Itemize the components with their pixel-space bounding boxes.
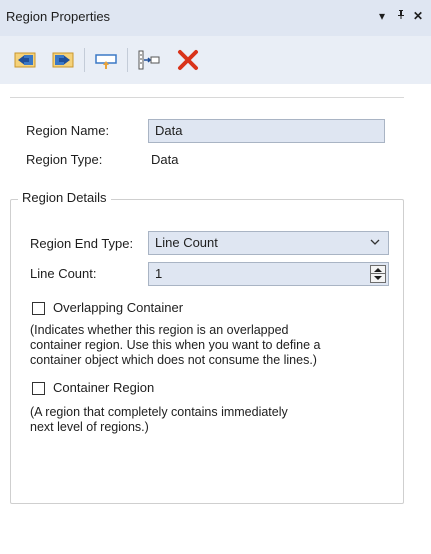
- close-icon[interactable]: ✕: [413, 9, 423, 23]
- insert-region-icon[interactable]: [95, 49, 117, 71]
- note-line: next level of regions.): [30, 420, 149, 434]
- line-count-value: 1: [155, 266, 163, 281]
- insert-after-icon[interactable]: [138, 49, 160, 71]
- container-region-label: Container Region: [53, 380, 155, 395]
- container-region-checkbox[interactable]: [32, 382, 45, 395]
- panel-title: Region Properties: [6, 9, 111, 24]
- overlapping-container-note: (Indicates whether this region is an ove…: [30, 323, 320, 368]
- region-end-type-select[interactable]: Line Count: [148, 231, 389, 255]
- line-count-label: Line Count:: [30, 266, 97, 281]
- spin-down-icon[interactable]: [374, 276, 382, 280]
- move-right-icon[interactable]: [52, 49, 74, 71]
- spin-buttons[interactable]: [370, 265, 386, 283]
- note-line: (Indicates whether this region is an ove…: [30, 323, 289, 337]
- divider: [10, 97, 404, 98]
- toolbar-separator: [84, 48, 85, 72]
- region-end-type-label: Region End Type:: [30, 236, 134, 251]
- spin-divider: [371, 273, 385, 274]
- note-line: (A region that completely contains immed…: [30, 405, 288, 419]
- chevron-down-icon: [370, 239, 380, 245]
- container-region-note: (A region that completely contains immed…: [30, 405, 288, 435]
- region-type-label: Region Type:: [26, 152, 103, 167]
- overlapping-container-label: Overlapping Container: [53, 300, 184, 315]
- overlapping-container-checkbox[interactable]: [32, 302, 45, 315]
- panel-title-bar: Region Properties ▾ ✕: [0, 0, 431, 36]
- note-line: container object which does not consume …: [30, 353, 317, 367]
- pin-icon[interactable]: [396, 9, 406, 23]
- region-name-label: Region Name:: [26, 123, 110, 138]
- region-details-legend: Region Details: [18, 190, 111, 205]
- spin-up-icon[interactable]: [374, 268, 382, 272]
- move-left-icon[interactable]: [14, 49, 36, 71]
- toolbar: [0, 36, 431, 84]
- note-line: container region. Use this when you want…: [30, 338, 321, 352]
- dropdown-icon[interactable]: ▾: [379, 9, 385, 23]
- line-count-stepper[interactable]: 1: [148, 262, 389, 286]
- region-name-field[interactable]: Data: [148, 119, 385, 143]
- delete-icon[interactable]: [177, 49, 199, 71]
- toolbar-separator: [127, 48, 128, 72]
- region-type-value: Data: [151, 152, 179, 167]
- region-end-type-value: Line Count: [155, 235, 218, 250]
